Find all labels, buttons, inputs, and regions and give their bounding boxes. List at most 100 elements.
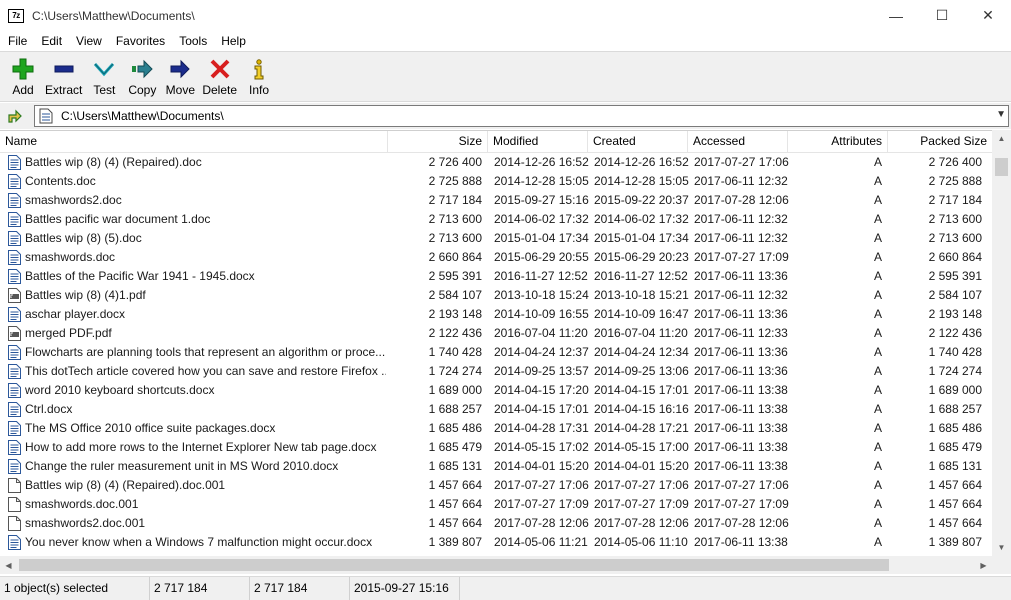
move-button[interactable]: Move [161,52,199,101]
chevron-down-icon[interactable]: ▼ [996,109,1006,120]
table-row[interactable]: merged PDF.pdf 2 122 436 2016-07-04 11:20 2… [0,324,992,343]
file-packed-size: 2 584 107 [928,288,982,302]
file-packed-size: 2 122 436 [928,326,982,340]
file-attributes: A [873,440,882,454]
table-row[interactable]: Battles wip (8) (4)1.pdf 2 584 107 2013-10… [0,286,992,305]
info-button[interactable]: Info [240,52,278,101]
scroll-down-icon[interactable]: ▼ [992,539,1011,556]
close-button[interactable]: ✕ [965,0,1011,31]
file-accessed: 2017-06-11 12:32 [694,174,788,188]
menu-favorites[interactable]: Favorites [108,34,171,48]
file-modified: 2014-05-15 17:02 [494,440,589,454]
address-field[interactable]: C:\Users\Matthew\Documents\ ▼ [34,105,1009,127]
file-name: word 2010 keyboard shortcuts.docx [25,383,215,397]
column-packed-size[interactable]: Packed Size [888,131,992,153]
table-row[interactable]: This dotTech article covered how you can… [0,362,992,381]
copy-button[interactable]: Copy [123,52,161,101]
extract-button[interactable]: Extract [42,52,85,101]
file-name-cell: Flowcharts are planning tools that repre… [8,343,386,362]
file-attributes: A [873,326,882,340]
address-row: C:\Users\Matthew\Documents\ ▼ [0,103,1011,129]
column-accessed[interactable]: Accessed [688,131,788,153]
table-row[interactable]: Battles wip (8) (4) (Repaired).doc 2 726 … [0,153,992,172]
file-accessed: 2017-06-11 12:32 [694,212,788,226]
file-packed-size: 1 685 486 [928,421,982,435]
menu-view[interactable]: View [68,34,108,48]
scroll-right-icon[interactable]: ▶ [975,556,992,574]
scroll-up-icon[interactable]: ▲ [992,130,1011,147]
table-row[interactable]: smashwords2.doc.001 1 457 664 2017-07-28 1… [0,514,992,533]
table-row[interactable]: Battles of the Pacific War 1941 - 1945.d… [0,267,992,286]
move-label: Move [165,83,196,97]
file-name: You never know when a Windows 7 malfunct… [25,535,373,549]
file-size: 1 457 664 [428,497,482,511]
column-attributes[interactable]: Attributes [788,131,888,153]
table-row[interactable]: smashwords.doc 2 660 864 2015-06-29 20:55 2… [0,248,992,267]
file-attributes: A [873,212,882,226]
scroll-left-icon[interactable]: ◀ [0,556,17,574]
file-created: 2014-06-02 17:32 [594,212,689,226]
table-row[interactable]: You never know when a Windows 7 malfunct… [0,533,992,552]
file-name: Change the ruler measurement unit in MS … [25,459,339,473]
menu-tools[interactable]: Tools [171,34,213,48]
file-attributes: A [873,516,882,530]
vertical-scroll-thumb[interactable] [995,158,1008,176]
table-row[interactable]: smashwords2.doc 2 717 184 2015-09-27 15:16… [0,191,992,210]
word-doc-icon [8,231,25,246]
file-name: smashwords.doc.001 [25,497,139,511]
test-button[interactable]: Test [85,52,123,101]
file-attributes: A [873,535,882,549]
table-row[interactable]: The MS Office 2010 office suite packages… [0,419,992,438]
menu-help[interactable]: Help [213,34,252,48]
table-row[interactable]: Ctrl.docx 1 688 257 2014-04-15 17:01 2014-0… [0,400,992,419]
table-row[interactable]: smashwords.doc.001 1 457 664 2017-07-27 17… [0,495,992,514]
file-packed-size: 1 740 428 [928,345,982,359]
menu-file[interactable]: File [0,34,33,48]
table-row[interactable]: word 2010 keyboard shortcuts.docx 1 689 0… [0,381,992,400]
file-name-cell: Battles wip (8) (4)1.pdf [8,286,386,305]
file-accessed: 2017-07-28 12:06 [694,193,789,207]
file-name: merged PDF.pdf [25,326,112,340]
table-row[interactable]: aschar player.docx 2 193 148 2014-10-09 16… [0,305,992,324]
word-doc-icon [8,421,25,436]
horizontal-scrollbar[interactable]: ◀ ▶ [0,556,992,574]
table-row[interactable]: Battles wip (8) (4) (Repaired).doc.001 1 … [0,476,992,495]
column-modified[interactable]: Modified [488,131,588,153]
table-row[interactable]: How to add more rows to the Internet Exp… [0,438,992,457]
add-button[interactable]: Add [4,52,42,101]
info-icon [247,56,271,82]
file-name: Battles wip (8) (4) (Repaired).doc [25,155,202,169]
file-name: aschar player.docx [25,307,126,321]
file-accessed: 2017-06-11 13:38 [694,535,788,549]
file-created: 2014-04-15 17:01 [594,383,689,397]
horizontal-scroll-thumb[interactable] [19,559,889,571]
window-controls: — ☐ ✕ [873,0,1011,31]
file-attributes: A [873,155,882,169]
column-size[interactable]: Size [388,131,488,153]
delete-button[interactable]: Delete [199,52,240,101]
minimize-button[interactable]: — [873,0,919,31]
file-size: 2 122 436 [428,326,482,340]
column-name[interactable]: Name [0,131,388,153]
file-accessed: 2017-06-11 13:38 [694,383,788,397]
file-accessed: 2017-06-11 13:36 [694,307,788,321]
table-row[interactable]: Change the ruler measurement unit in MS … [0,457,992,476]
table-row[interactable]: Battles pacific war document 1.doc 2 713 … [0,210,992,229]
file-size: 2 193 148 [428,307,482,321]
word-doc-icon [8,402,25,417]
up-folder-button[interactable] [4,105,26,127]
menu-bar: File Edit View Favorites Tools Help [0,31,1011,51]
column-created[interactable]: Created [588,131,688,153]
vertical-scrollbar[interactable]: ▲ ▼ [992,130,1011,556]
menu-edit[interactable]: Edit [33,34,68,48]
maximize-button[interactable]: ☐ [919,0,965,31]
table-row[interactable]: Flowcharts are planning tools that repre… [0,343,992,362]
table-row[interactable]: Battles wip (8) (5).doc 2 713 600 2015-01-… [0,229,992,248]
folder-doc-icon [39,108,53,124]
word-doc-icon [8,174,25,189]
file-attributes: A [873,231,882,245]
address-path: C:\Users\Matthew\Documents\ [61,109,224,123]
file-modified: 2014-04-15 17:20 [494,383,589,397]
file-name: How to add more rows to the Internet Exp… [25,440,377,454]
table-row[interactable]: Contents.doc 2 725 888 2014-12-28 15:05 201… [0,172,992,191]
